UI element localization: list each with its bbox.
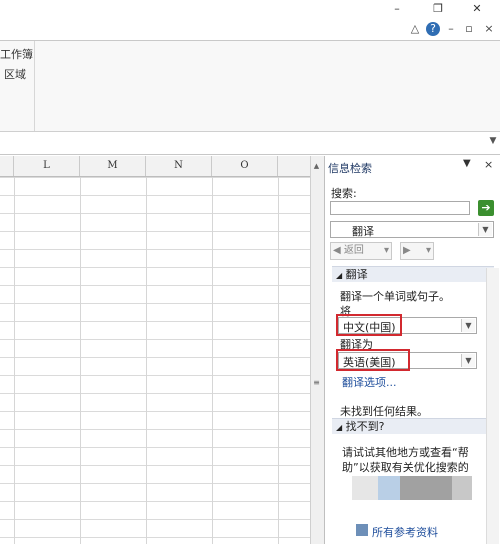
ribbon-workbook-label[interactable]: 工作簿 <box>0 46 33 62</box>
not-found-section-label: 找不到? <box>345 420 385 433</box>
from-language-highlight <box>336 314 402 336</box>
forward-button[interactable]: ▶ ▾ <box>400 242 434 260</box>
column-header-partial[interactable] <box>278 156 310 176</box>
search-label: 搜索: <box>331 187 357 200</box>
not-found-section-header[interactable]: ◢ 找不到? <box>332 418 494 434</box>
to-language-highlight <box>336 349 410 371</box>
grid-line <box>80 177 81 544</box>
chevron-down-icon: ▼ <box>461 319 475 332</box>
grid-line <box>278 177 279 544</box>
minimize-button[interactable]: – <box>384 0 410 18</box>
back-dropdown-icon: ▾ <box>383 245 389 256</box>
collapse-triangle-icon: ◢ <box>336 271 343 280</box>
back-button[interactable]: ◀ 返回 ▾ <box>330 242 392 260</box>
help-icon[interactable]: ? <box>426 22 440 36</box>
pane-menu-icon[interactable]: ▼ <box>463 158 471 169</box>
expand-formula-bar-icon[interactable]: ▼ <box>488 136 498 148</box>
chevron-down-icon: ▼ <box>461 354 475 367</box>
grid-line <box>14 177 15 544</box>
translate-section-header[interactable]: ◢ 翻译 <box>332 266 494 282</box>
ribbon-region-label[interactable]: 区域 <box>4 66 26 82</box>
column-header-l[interactable]: L <box>14 156 80 176</box>
grid-line <box>212 177 213 544</box>
watermark-block <box>400 476 452 500</box>
column-header-o[interactable]: O <box>212 156 278 176</box>
restore-workbook-icon[interactable]: ▫ <box>462 22 476 36</box>
close-button[interactable]: ✕ <box>464 0 490 18</box>
forward-arrow-icon: ▶ <box>403 245 411 256</box>
all-references-link[interactable]: 所有参考资料 <box>372 524 438 540</box>
translation-options-link[interactable]: 翻译选项... <box>342 374 397 390</box>
vertical-scrollbar[interactable] <box>310 156 325 544</box>
restore-button[interactable]: ❐ <box>425 0 451 18</box>
translate-instruction: 翻译一个单词或句子。 <box>340 290 450 303</box>
ribbon-tab-row <box>0 18 500 41</box>
column-header-n[interactable]: N <box>146 156 212 176</box>
no-results-text: 未找到任何结果。 <box>340 405 428 418</box>
scrollbar-grip-icon[interactable]: ≡ <box>313 378 320 387</box>
service-value: 翻译 <box>352 225 374 238</box>
help-text-line-1: 请试试其他地方或查看“帮 <box>342 446 469 459</box>
research-pane-title: 信息检索 <box>328 162 372 175</box>
start-search-button[interactable]: ➔ <box>478 200 494 216</box>
formula-bar[interactable] <box>0 132 500 155</box>
book-icon <box>356 524 368 536</box>
forward-dropdown-icon: ▾ <box>425 245 431 256</box>
back-arrow-icon: ◀ <box>333 245 341 256</box>
minimize-workbook-icon[interactable]: – <box>444 22 458 36</box>
watermark-block <box>352 476 378 500</box>
grid-line <box>146 177 147 544</box>
close-workbook-icon[interactable]: × <box>482 22 496 36</box>
help-text-line-2: 助”以获取有关优化搜索的 <box>342 461 469 474</box>
research-pane-scrollbar[interactable] <box>486 268 499 544</box>
column-header-m[interactable]: M <box>80 156 146 176</box>
scroll-up-icon[interactable]: ▲ <box>310 162 323 170</box>
worksheet-grid[interactable] <box>0 177 310 544</box>
watermark-block <box>378 476 400 500</box>
watermark-block <box>452 476 472 500</box>
back-label: 返回 <box>343 245 364 256</box>
collapse-ribbon-icon[interactable]: △ <box>408 22 422 36</box>
chevron-down-icon: ▼ <box>478 223 492 236</box>
search-input[interactable] <box>330 201 470 215</box>
ribbon-body <box>0 41 500 132</box>
translate-section-label: 翻译 <box>345 268 368 281</box>
pane-close-icon[interactable]: × <box>484 158 493 171</box>
collapse-triangle-icon: ◢ <box>336 423 343 432</box>
service-dropdown[interactable]: 翻译 ▼ <box>330 221 494 238</box>
column-header-blank[interactable] <box>0 156 14 176</box>
